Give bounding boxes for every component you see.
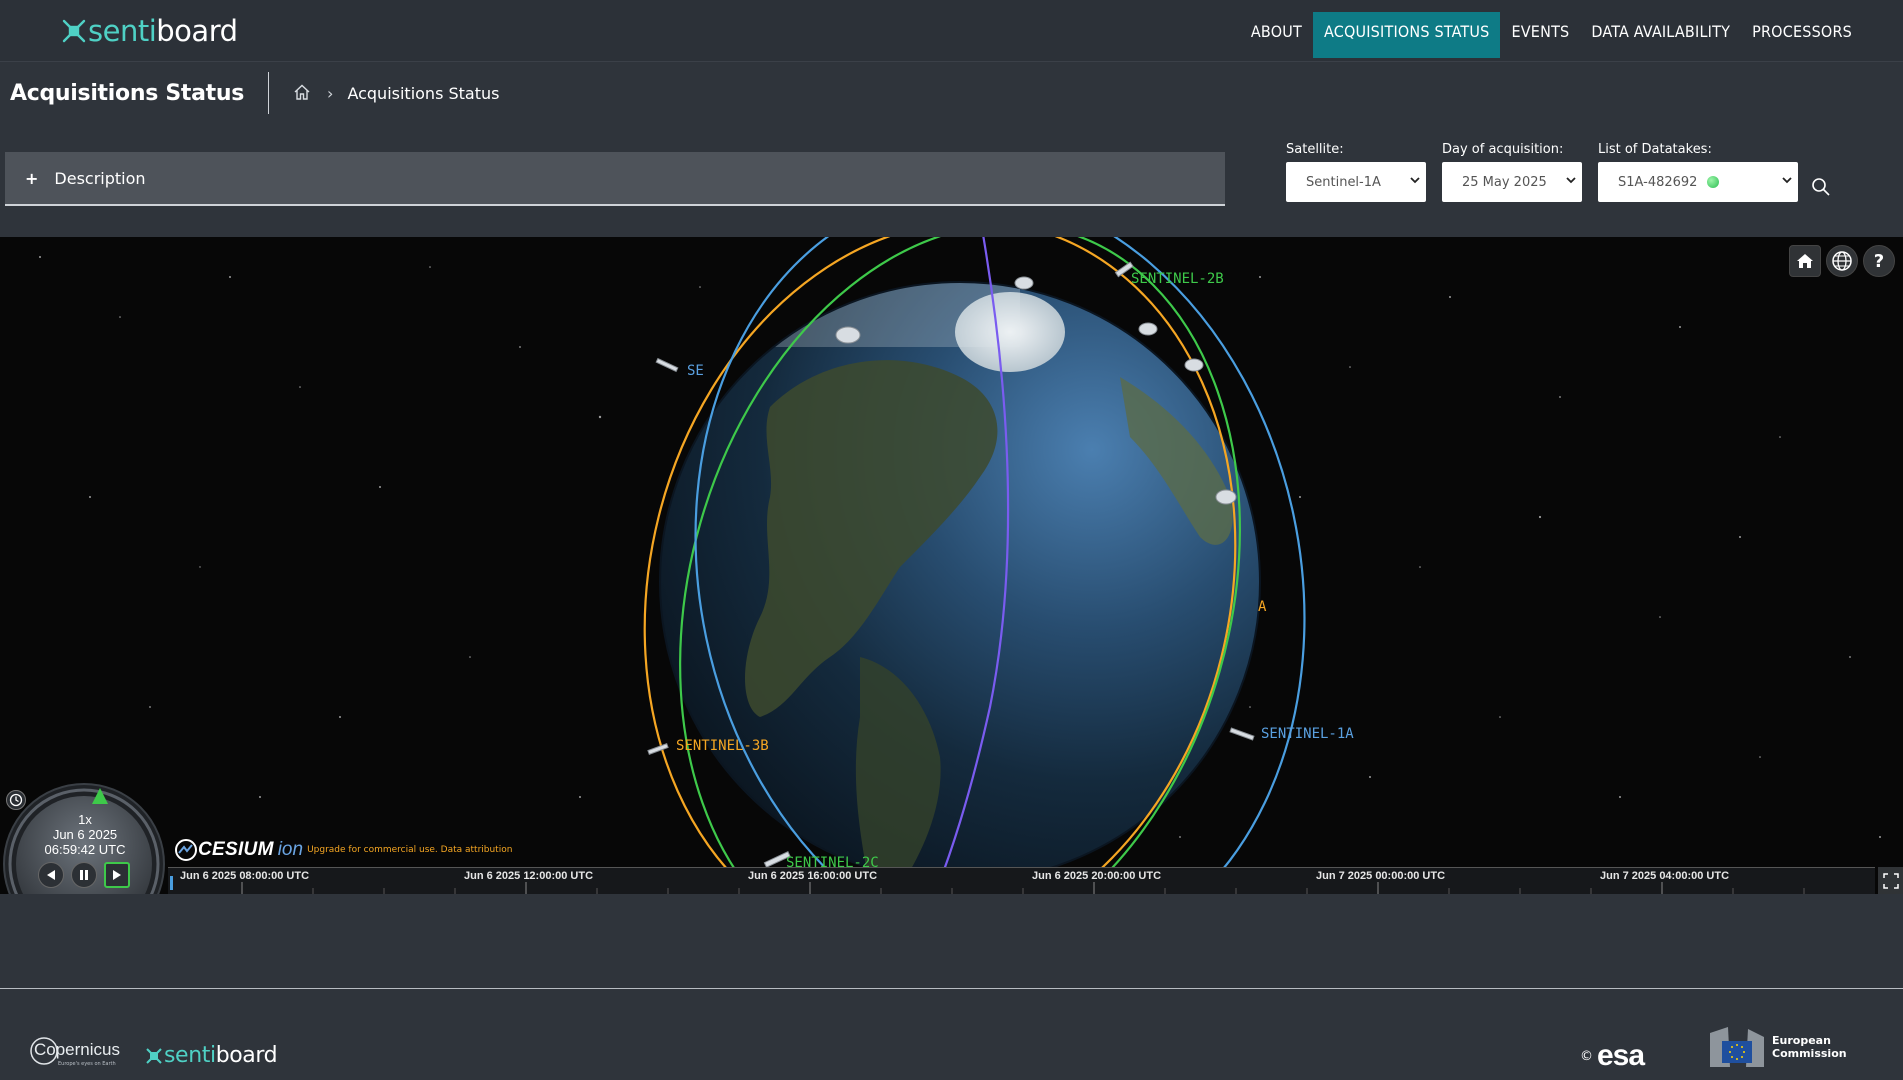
datatakes-label: List of Datatakes: xyxy=(1598,142,1712,157)
timeline-label: Jun 6 2025 16:00:00 UTC xyxy=(748,870,878,882)
day-label: Day of acquisition: xyxy=(1442,142,1564,157)
logo-text-board: board xyxy=(156,14,238,48)
copernicus-tagline: Europe's eyes on Earth xyxy=(58,1061,116,1067)
esa-text: esa xyxy=(1597,1039,1645,1072)
datatakes-select[interactable]: S1A-482692 xyxy=(1598,162,1798,202)
datatakes-filter: List of Datatakes: S1A-482692 xyxy=(1598,142,1798,202)
ec-line-2: Commission xyxy=(1772,1047,1847,1060)
nav-acquisitions-status[interactable]: ACQUISITIONS STATUS xyxy=(1312,12,1501,58)
chevron-down-icon xyxy=(1782,177,1792,184)
satellite-label-sentinel-1a[interactable]: SENTINEL-1A xyxy=(1261,726,1354,742)
pause-icon xyxy=(80,870,88,880)
satellite-label-se[interactable]: SE xyxy=(687,363,704,379)
cesium-logo-icon xyxy=(175,839,197,861)
chevron-down-icon xyxy=(1566,177,1576,184)
main-nav: ABOUT ACQUISITIONS STATUS EVENTS DATA AV… xyxy=(1240,12,1863,58)
footer-logo-senti: senti xyxy=(164,1043,216,1068)
timeline-label: Jun 6 2025 20:00:00 UTC xyxy=(1032,870,1162,882)
play-icon xyxy=(113,870,121,880)
copernicus-text: Copernicus xyxy=(34,1040,120,1059)
search-button[interactable] xyxy=(1810,176,1832,198)
cesium-globe-viewer[interactable]: SENTINEL-2B SE A SENTINEL-1A SENTINEL-3B… xyxy=(0,237,1903,894)
breadcrumb-current: Acquisitions Status xyxy=(347,83,500,103)
fullscreen-icon xyxy=(1882,872,1899,889)
satellite-label-sentinel-2b[interactable]: SENTINEL-2B xyxy=(1131,271,1224,287)
title-row: Acquisitions Status › Acquisitions Statu… xyxy=(10,72,500,114)
earth-globe xyxy=(660,282,1260,882)
cesium-attribution-link[interactable]: Upgrade for commercial use. Data attribu… xyxy=(307,845,512,855)
fullscreen-button[interactable] xyxy=(1878,867,1903,894)
timeline-label: Jun 7 2025 00:00:00 UTC xyxy=(1316,870,1446,882)
timeline-label: Jun 7 2025 04:00:00 UTC xyxy=(1600,870,1730,882)
top-navbar: sentiboard ABOUT ACQUISITIONS STATUS EVE… xyxy=(0,0,1903,62)
pause-button[interactable] xyxy=(71,862,97,888)
nav-data-availability[interactable]: DATA AVAILABILITY xyxy=(1580,12,1741,58)
play-button[interactable] xyxy=(104,862,130,888)
breadcrumb-home-icon[interactable] xyxy=(293,83,313,103)
footer-sentiboard-logo[interactable]: sentiboard xyxy=(144,1043,278,1068)
day-filter: Day of acquisition: 25 May 2025 xyxy=(1442,142,1582,202)
timeline-bar[interactable]: Jun 6 2025 08:00:00 UTC Jun 6 2025 12:00… xyxy=(168,867,1875,894)
search-icon xyxy=(1812,178,1830,196)
esa-logo[interactable]: © esa xyxy=(1580,1039,1645,1073)
page-title: Acquisitions Status xyxy=(10,80,245,106)
satellite-value: Sentinel-1A xyxy=(1306,174,1381,190)
satellite-label: Satellite: xyxy=(1286,142,1344,157)
view-home-button[interactable] xyxy=(1789,245,1821,277)
clock-toggle-button[interactable] xyxy=(6,790,26,810)
chevron-down-icon xyxy=(1410,177,1420,184)
cesium-ion: ion xyxy=(277,839,304,860)
clock-icon xyxy=(9,793,23,807)
scene-mode-button[interactable] xyxy=(1826,245,1858,277)
satellite-label-sentinel-3b[interactable]: SENTINEL-3B xyxy=(676,738,769,754)
clock-time: 06:59:42 UTC xyxy=(44,842,126,857)
breadcrumb-chevron-icon: › xyxy=(327,83,334,103)
day-value: 25 May 2025 xyxy=(1462,174,1547,190)
footer: Copernicus Europe's eyes on Earth sentib… xyxy=(0,989,1903,1080)
cesium-brand: CESIUM xyxy=(198,839,274,860)
help-button[interactable]: ? xyxy=(1863,245,1895,277)
sentiboard-logo[interactable]: sentiboard xyxy=(60,14,238,48)
animation-clock-widget: 1x Jun 6 2025 06:59:42 UTC xyxy=(0,780,168,894)
nav-processors[interactable]: PROCESSORS xyxy=(1741,12,1863,58)
description-accordion[interactable]: + Description xyxy=(5,152,1225,206)
copernicus-logo[interactable]: Copernicus Europe's eyes on Earth xyxy=(28,1035,120,1071)
footer-logo-board: board xyxy=(215,1043,278,1068)
timeline-label: Jun 6 2025 12:00:00 UTC xyxy=(464,870,594,882)
satellite-icon xyxy=(146,1047,162,1064)
expand-icon: + xyxy=(25,168,39,188)
clock-date: Jun 6 2025 xyxy=(52,827,118,842)
globe-scene xyxy=(39,237,1881,894)
day-select[interactable]: 25 May 2025 xyxy=(1442,162,1582,202)
rewind-button[interactable] xyxy=(38,862,64,888)
clock-speed: 1x xyxy=(78,812,92,827)
cesium-credit: CESIUM ion Upgrade for commercial use. D… xyxy=(174,838,512,862)
nav-about[interactable]: ABOUT xyxy=(1240,12,1313,58)
datatakes-value: S1A-482692 xyxy=(1618,174,1698,190)
home-icon xyxy=(1797,254,1813,268)
globe-icon xyxy=(1832,251,1852,271)
european-commission-logo[interactable]: European Commission xyxy=(1708,1025,1847,1069)
ec-line-1: European xyxy=(1772,1034,1831,1047)
datatake-status-dot xyxy=(1707,176,1720,188)
logo-text-senti: senti xyxy=(88,14,157,48)
timeline-label: Jun 6 2025 08:00:00 UTC xyxy=(180,870,310,882)
satellite-icon xyxy=(62,19,86,43)
description-label: Description xyxy=(54,168,146,188)
eu-flag-icon xyxy=(1710,1027,1764,1067)
satellite-label-a[interactable]: A xyxy=(1258,599,1266,615)
esa-copyright: © xyxy=(1580,1048,1593,1064)
satellite-filter: Satellite: Sentinel-1A xyxy=(1286,142,1426,202)
satellite-select[interactable]: Sentinel-1A xyxy=(1286,162,1426,202)
nav-events[interactable]: EVENTS xyxy=(1500,12,1580,58)
title-divider xyxy=(268,72,270,114)
play-reverse-icon xyxy=(47,870,55,880)
help-icon: ? xyxy=(1873,250,1885,272)
